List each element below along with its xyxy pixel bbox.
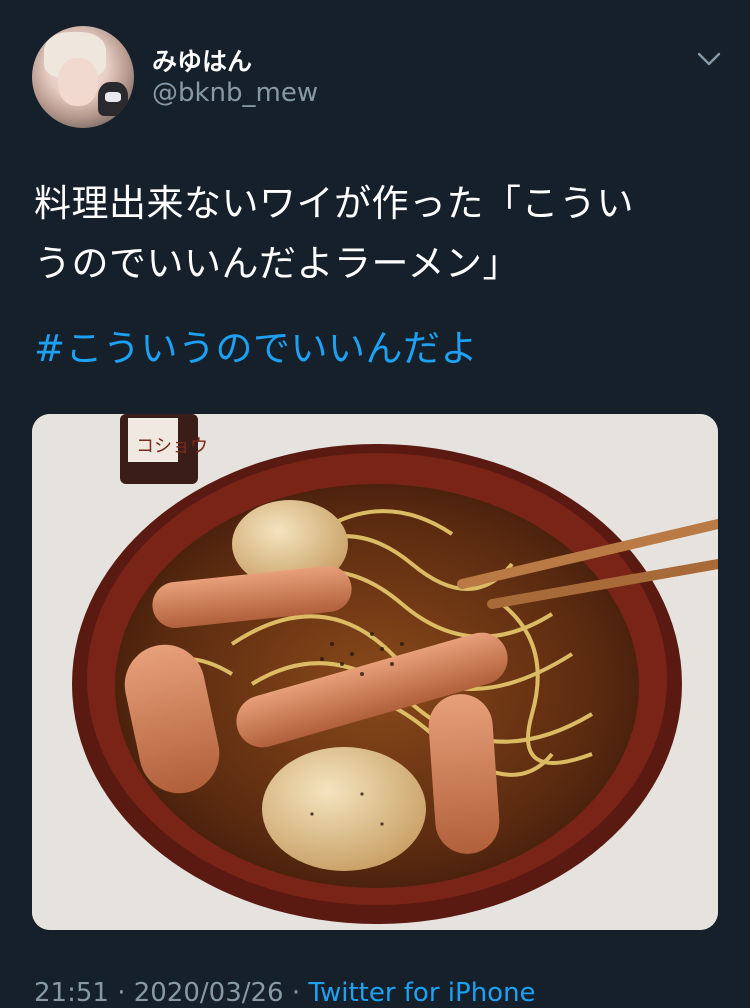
avatar[interactable] bbox=[32, 26, 134, 128]
tweet-meta: 21:51 · 2020/03/26 · Twitter for iPhone bbox=[34, 978, 536, 1008]
tweet: みゆはん @bknb_mew 料理出来ないワイが作った「こうい うのでいいんだよ… bbox=[0, 0, 750, 1008]
display-name[interactable]: みゆはん bbox=[152, 42, 252, 78]
hashtag-link[interactable]: #こういうのでいいんだよ bbox=[34, 318, 478, 372]
timestamp: 21:51 · 2020/03/26 · bbox=[34, 978, 309, 1008]
avatar-mascot bbox=[98, 82, 128, 116]
avatar-face bbox=[58, 58, 98, 106]
source-link[interactable]: Twitter for iPhone bbox=[308, 978, 535, 1008]
pepper-bottle: コショウ bbox=[120, 414, 208, 484]
tweet-text-line: うのでいいんだよラーメン」 bbox=[34, 242, 521, 285]
user-handle[interactable]: @bknb_mew bbox=[152, 78, 318, 108]
pepper-label: コショウ bbox=[136, 436, 208, 457]
tweet-photo[interactable]: コショウ bbox=[32, 414, 718, 930]
tweet-text-line: 料理出来ないワイが作った「こうい bbox=[34, 182, 634, 225]
chevron-down-icon[interactable] bbox=[696, 46, 722, 72]
tweet-text: 料理出来ないワイが作った「こうい うのでいいんだよラーメン」 bbox=[34, 174, 714, 294]
